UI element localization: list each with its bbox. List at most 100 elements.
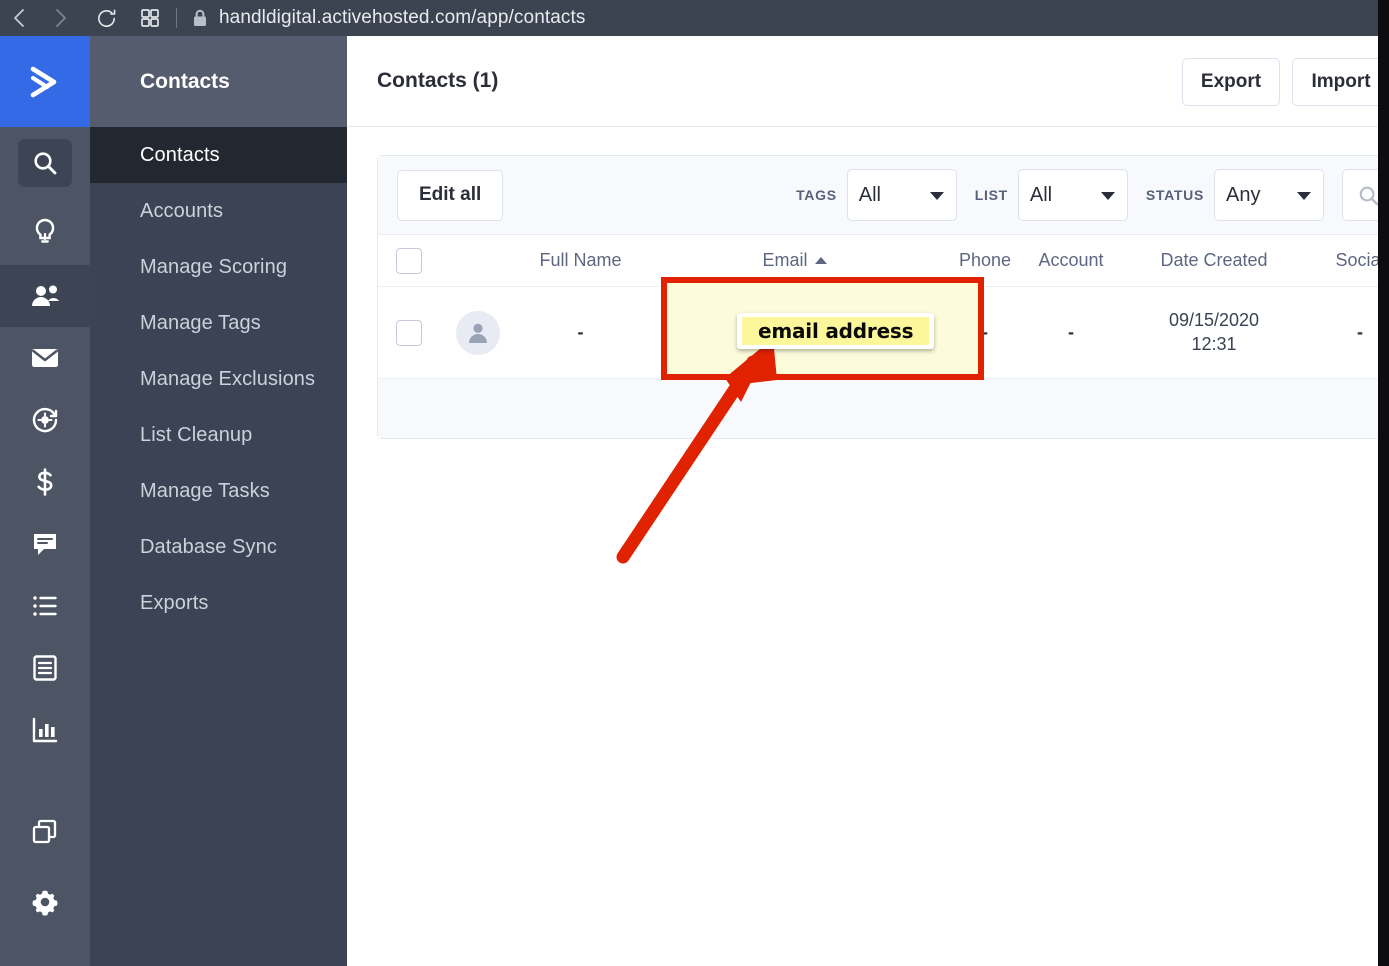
status-filter-select[interactable]: Any (1214, 169, 1324, 221)
back-button[interactable] (0, 0, 40, 36)
rail-item-contacts[interactable] (0, 265, 90, 327)
column-header-date-created[interactable]: Date Created (1116, 249, 1312, 273)
rail-spacer (0, 761, 90, 801)
account-value: - (1068, 322, 1074, 342)
reload-button[interactable] (86, 0, 126, 36)
automation-gear-icon (32, 407, 58, 433)
chevron-down-icon (1100, 192, 1115, 200)
rail-item-deals[interactable] (0, 451, 90, 513)
sidebar-item-contacts[interactable]: Contacts (90, 127, 347, 183)
status-filter-value: Any (1226, 183, 1261, 206)
sidebar-item-manage-scoring[interactable]: Manage Scoring (90, 239, 347, 295)
reload-icon (97, 8, 115, 27)
full-name-value: - (577, 322, 584, 342)
column-header-account[interactable]: Account (1026, 250, 1116, 271)
sidebar-item-exports[interactable]: Exports (90, 575, 347, 631)
site-security-indicator (187, 0, 213, 36)
rail-item-automations[interactable] (0, 389, 90, 451)
forward-button[interactable] (40, 0, 80, 36)
rail-item-conversations[interactable] (0, 513, 90, 575)
sidebar-item-label: Manage Tasks (140, 479, 270, 502)
tab-overview-button[interactable] (130, 0, 170, 36)
padlock-icon (194, 9, 206, 26)
sidebar-item-label: Manage Exclusions (140, 367, 316, 390)
pages-document-icon (33, 655, 57, 681)
activecampaign-logo[interactable] (0, 36, 90, 127)
column-header-email-label: Email (762, 250, 808, 270)
contacts-people-icon (32, 285, 59, 306)
page-header: Contacts (1) Export Import (347, 36, 1389, 127)
row-avatar-cell (440, 310, 516, 355)
sidebar-item-manage-exclusions[interactable]: Manage Exclusions (90, 351, 347, 407)
rail-item-campaigns[interactable] (0, 327, 90, 389)
chevron-down-icon (1297, 192, 1311, 200)
edit-all-button[interactable]: Edit all (397, 169, 504, 221)
cell-account: - (1026, 322, 1116, 343)
tags-filter-value: All (858, 183, 881, 206)
sidebar-item-list-cleanup[interactable]: List Cleanup (90, 407, 347, 463)
status-filter-label: STATUS (1145, 187, 1204, 203)
search-icon (34, 152, 57, 175)
sidebar-item-label: Exports (140, 591, 209, 614)
sidebar-item-manage-tasks[interactable]: Manage Tasks (90, 463, 347, 519)
social-value: - (1357, 322, 1363, 342)
cell-full-name: - (516, 322, 645, 343)
sort-ascending-icon (814, 257, 827, 264)
import-button[interactable]: Import (1292, 58, 1389, 106)
rail-item-reports[interactable] (0, 699, 90, 761)
column-header-full-name[interactable]: Full Name (516, 250, 645, 271)
rail-item-insights[interactable] (0, 199, 90, 265)
viewport-right-edge (1378, 0, 1389, 966)
rail-item-apps[interactable] (0, 801, 90, 863)
dollar-sign-icon (37, 468, 53, 496)
search-icon (1359, 186, 1379, 205)
list-filter-select[interactable]: All (1017, 169, 1128, 221)
screenshot-root: handldigital.activehosted.com/app/contac… (0, 0, 1389, 966)
contact-avatar-icon (469, 323, 487, 343)
subnav-title: Contacts (90, 36, 347, 127)
annotation-callout: email address (737, 313, 935, 349)
contacts-toolbar: Edit all TAGS All LIST All STATUS Any (378, 156, 1389, 235)
activecampaign-logo-icon (30, 66, 57, 97)
select-all-checkbox[interactable] (396, 247, 422, 274)
cell-date-created: 09/15/2020 12:31 (1116, 309, 1312, 357)
grid-tabs-icon (141, 9, 159, 27)
rail-item-settings[interactable] (0, 871, 90, 933)
sidebar-item-label: Accounts (140, 199, 224, 222)
column-header-email[interactable]: Email (645, 250, 944, 271)
chevron-right-icon (56, 9, 66, 27)
date-created-time: 12:31 (1191, 333, 1237, 354)
chevron-left-icon (14, 9, 24, 27)
tags-filter-select[interactable]: All (846, 169, 957, 221)
list-filter-label: LIST (974, 187, 1008, 203)
column-header-phone[interactable]: Phone (944, 250, 1026, 271)
address-bar[interactable]: handldigital.activehosted.com/app/contac… (219, 7, 585, 29)
sidebar-item-label: Manage Scoring (140, 255, 288, 278)
lightbulb-icon (35, 218, 55, 243)
main-content: Contacts (1) Export Import Edit all TAGS… (347, 36, 1389, 966)
list-filter-value: All (1029, 183, 1053, 206)
rail-item-search[interactable] (0, 127, 90, 199)
row-checkbox-cell[interactable] (378, 319, 440, 346)
sidebar-item-manage-tags[interactable]: Manage Tags (90, 295, 347, 351)
tags-filter-label: TAGS (796, 187, 837, 203)
annotation-callout-label: email address (742, 317, 930, 345)
date-created-date: 09/15/2020 (1168, 309, 1260, 330)
list-icon (33, 596, 57, 616)
row-checkbox[interactable] (396, 319, 422, 346)
sidebar-item-label: Contacts (140, 143, 220, 166)
header-actions: Export Import (1182, 58, 1389, 106)
page-title: Contacts (1) (377, 69, 499, 92)
table-footer (378, 379, 1389, 438)
sidebar-item-database-sync[interactable]: Database Sync (90, 519, 347, 575)
rail-item-lists[interactable] (0, 575, 90, 637)
bar-chart-icon (32, 717, 58, 743)
app-icon-rail (0, 36, 90, 966)
rail-item-pages[interactable] (0, 637, 90, 699)
sidebar-item-accounts[interactable]: Accounts (90, 183, 347, 239)
sidebar-item-label: List Cleanup (140, 423, 253, 446)
select-all-checkbox-cell[interactable] (378, 247, 440, 274)
export-button[interactable]: Export (1182, 58, 1280, 106)
conversations-chat-icon (34, 534, 56, 555)
chevron-down-icon (929, 192, 944, 200)
